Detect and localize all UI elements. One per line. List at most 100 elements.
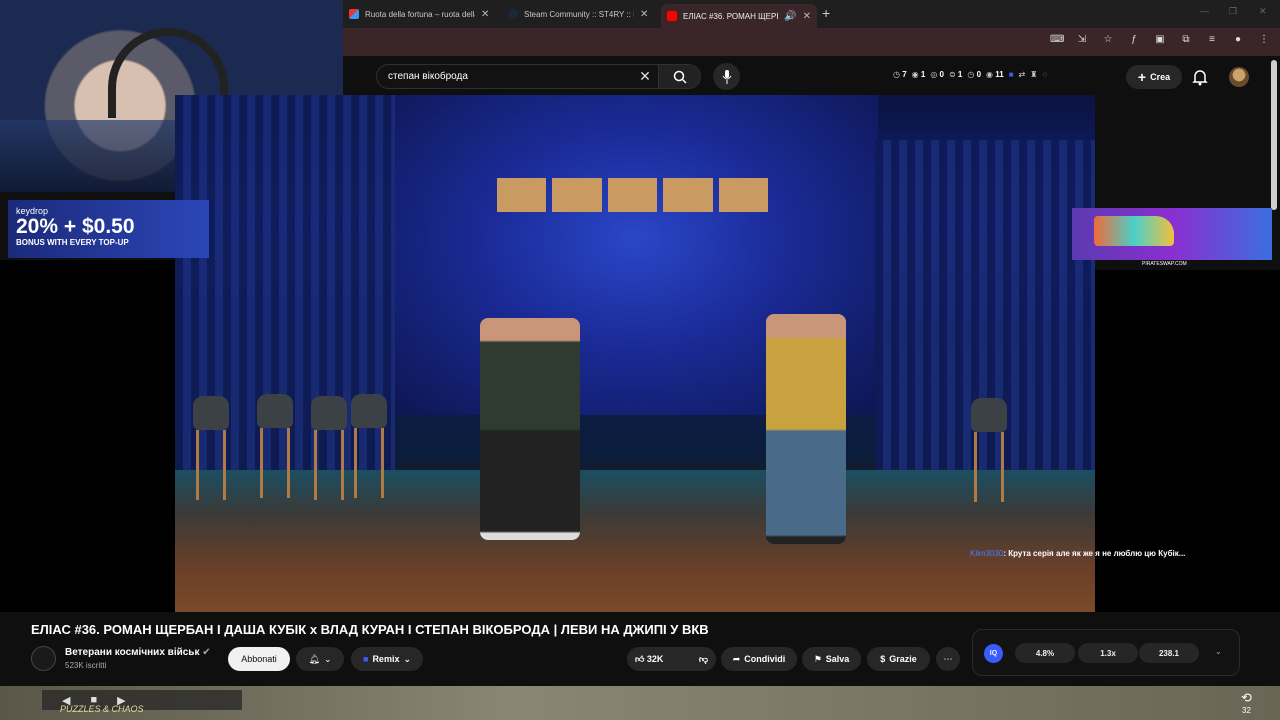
chat-username: Klim3030 [970,549,1004,558]
history-count: 32 [1242,706,1251,715]
like-dislike-group: 👍︎ 32K 👎︎ [627,647,716,671]
keydrop-banner[interactable]: keydrop 20% + $0.50 BONUS WITH EVERY TOP… [8,200,209,258]
bar-stool [351,394,387,498]
toolbar-icons: ⌨ ⇲ ☆ ƒ ▣ ⧉ ≡ ● ⋮ [1050,34,1270,45]
stat-value: 238.1 [1139,643,1199,663]
clock-stat: ◷ 7 [893,70,907,79]
show-logo [497,178,769,212]
stat-percent: 4.8% [1015,643,1075,663]
share-button[interactable]: ➦ Condividi [721,647,797,671]
tab-steam[interactable]: Steam Community :: ST4RY :: It ✕ [502,4,657,24]
history-icon: ⟲ [1241,690,1252,705]
player-letterbox-left [0,260,175,612]
timer-stat: ◷ 0 [967,70,982,79]
bar-stool [257,394,293,498]
more-actions-button[interactable]: ⋯ [936,647,960,671]
banner-headline: 20% + $0.50 [16,215,135,238]
game-logo-text: PUZZLES & CHAOS [60,704,144,714]
save-button[interactable]: ⚑ Salva [802,647,861,671]
search-input[interactable]: степан вікоброда [377,71,632,82]
plus-icon: + [1137,69,1147,85]
chevron-down-icon: ⌄ [323,653,332,664]
channel-name[interactable]: Ветерани космічних військ ✔ [65,647,211,658]
youtube-icon [667,11,677,21]
history-widget[interactable]: ⟲ 32 [1241,690,1252,715]
share-icon: ➦ [732,653,741,664]
extension-icon[interactable]: ▣ [1154,34,1166,45]
search-box[interactable]: степан вікоброда ✕ [376,64,701,89]
like-button[interactable]: 👍︎ 32K [635,654,663,665]
speaker-right [766,314,846,544]
puzzle-icon[interactable]: ⧉ [1180,34,1192,45]
close-icon[interactable]: ✕ [481,9,489,20]
profile-icon[interactable]: ● [1232,34,1244,45]
install-icon[interactable]: ⇲ [1076,34,1088,45]
chat-icon[interactable]: ◌ [1042,70,1047,79]
extension-icon[interactable]: ƒ [1128,34,1140,45]
page-scrollbar[interactable] [1271,60,1277,210]
bookmark-icon: ⚑ [813,653,822,664]
tab-ruota[interactable]: Ruota della fortuna – ruota della ✕ [343,4,498,24]
reading-list-icon[interactable]: ≡ [1206,34,1218,45]
search-button[interactable] [658,65,700,88]
subscriber-count: 523K iscritti [65,661,107,670]
remix-label: Remix [372,654,400,664]
bookmark-star-icon[interactable]: ☆ [1102,34,1114,45]
extension-stats: ◷ 7 ◉ 1 ◎ 0 ⊜ 1 ◷ 0 ◉ 11 ■ ⇄ ♜ ◌ [893,70,1047,79]
tab-title: Ruota della fortuna – ruota della [365,9,475,19]
tab-title: Steam Community :: ST4RY :: It [524,9,634,19]
banner-gun-image [1094,216,1174,246]
clear-icon[interactable]: ✕ [632,68,658,85]
iq-icon: ■ [363,654,369,664]
iq-icon[interactable]: ■ [1009,70,1014,79]
account-avatar[interactable] [1229,67,1249,87]
chevron-down-icon[interactable]: ⌄ [1215,647,1222,656]
translate-icon[interactable]: ⌨ [1050,34,1064,45]
trophy-icon[interactable]: ♜ [1030,70,1037,79]
steam-icon [508,9,518,19]
speaker-left [480,318,580,540]
chat-text: : Крута серія але як же я не люблю цю Ку… [1003,549,1186,558]
translate-icon[interactable]: ⇄ [1019,70,1026,79]
eye-stat: ◉ 1 [911,70,926,79]
tab-favicon [349,9,359,19]
iq-badge[interactable]: IQ [984,644,1003,663]
speaker-icon[interactable]: 🔊 [784,11,796,22]
notifications-bell-icon[interactable] [1192,68,1208,86]
stat-multiplier: 1.3x [1078,643,1138,663]
thanks-label: Grazie [889,654,917,664]
thanks-button[interactable]: $ Grazie [867,647,930,671]
tab-youtube-active[interactable]: ЕЛІАС #36. РОМАН ЩЕРБА 🔊 ✕ [661,4,817,28]
notification-button[interactable]: 🔔︎ ⌄ [296,647,344,671]
tab-title: ЕЛІАС #36. РОМАН ЩЕРБА [683,11,779,21]
banner-caption: PIRATESWAP.COM [1142,261,1187,267]
verified-icon: ✔ [202,647,211,658]
bell-icon: 🔔︎ [308,653,320,664]
close-icon[interactable]: ✕ [640,9,648,20]
dislike-button[interactable]: 👎︎ [699,654,708,665]
close-window-icon[interactable]: ✕ [1259,6,1267,17]
thanks-icon: $ [880,654,886,664]
channel-avatar[interactable] [31,646,56,671]
remix-button[interactable]: ■ Remix ⌄ [351,647,423,671]
bar-stool [193,396,229,500]
chevron-down-icon: ⌄ [403,653,411,664]
pirateswap-banner[interactable]: PIRATESWAP.COM [1072,208,1272,267]
filter-stat: ⊜ 1 [948,70,963,79]
voice-search-button[interactable] [713,63,740,90]
view-stat: ◎ 0 [930,70,944,79]
player-letterbox-right [1095,270,1280,612]
watch-stat: ◉ 11 [986,70,1004,79]
maximize-icon[interactable]: ❐ [1229,6,1237,17]
video-title: ЕЛІАС #36. РОМАН ЩЕРБАН І ДАША КУБІК x В… [31,622,709,637]
more-dots-icon: ⋯ [943,653,953,664]
create-button[interactable]: + Crea [1126,65,1182,89]
microphone-icon [722,69,731,84]
share-label: Condividi [744,654,786,664]
subscribe-button[interactable]: Abbonati [228,647,290,671]
minimize-icon[interactable]: — [1200,6,1209,16]
menu-dots-icon[interactable]: ⋮ [1258,34,1270,45]
search-icon [673,70,687,84]
close-icon[interactable]: ✕ [803,11,811,22]
new-tab-icon[interactable]: + [822,5,830,21]
